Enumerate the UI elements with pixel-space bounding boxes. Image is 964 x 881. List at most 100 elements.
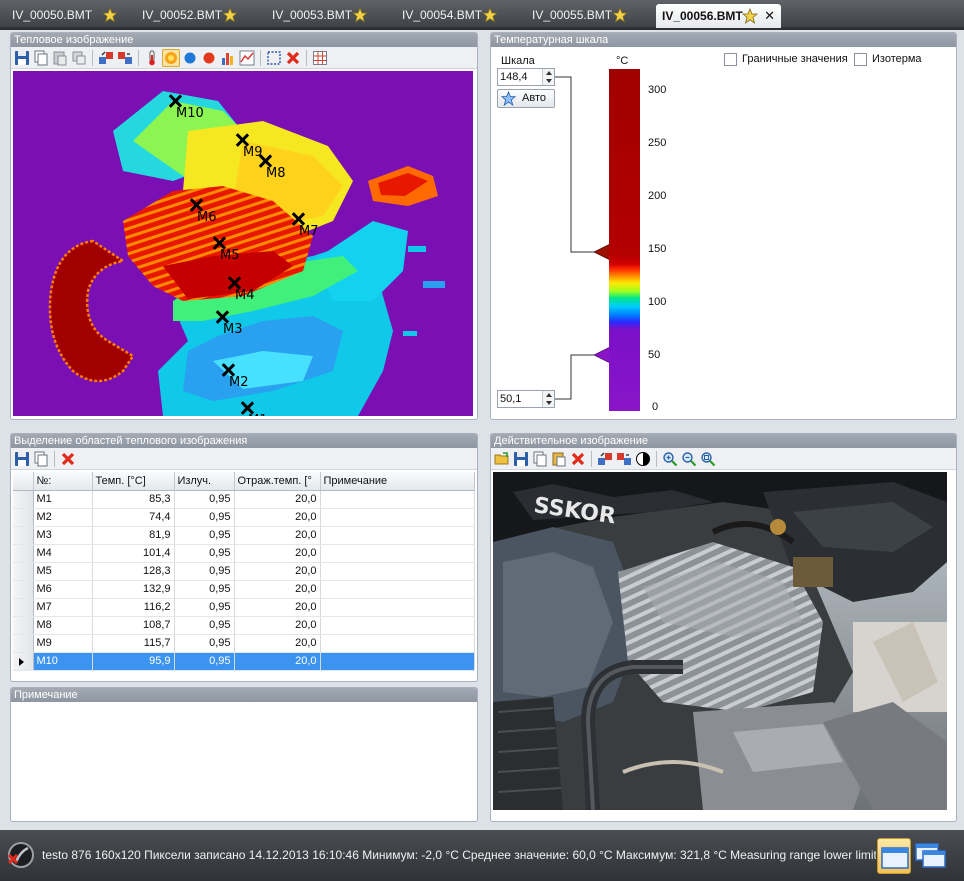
favorite-star-icon[interactable] (482, 7, 498, 23)
cell-note[interactable] (320, 508, 475, 527)
table-row-selected[interactable]: M10 95,9 0,95 20,0 (13, 652, 475, 671)
column-header-reflected-temp[interactable]: Отраж.темп. [° (234, 472, 321, 491)
cell-id[interactable]: M5 (33, 562, 93, 581)
cell-emissivity[interactable]: 0,95 (174, 616, 235, 635)
table-row[interactable]: M3 81,9 0,95 20,0 (13, 526, 475, 545)
rotate-image-icon[interactable] (97, 49, 115, 67)
thermal-image[interactable]: M10 M9 M8 M6 M7 M5 M4 M3 M2 (13, 71, 473, 416)
cell-emissivity[interactable]: 0,95 (174, 652, 235, 671)
cell-note[interactable] (320, 652, 475, 671)
cell-reflected-temp[interactable]: 20,0 (234, 580, 321, 599)
mirror-image-icon[interactable] (615, 450, 633, 468)
cell-emissivity[interactable]: 0,95 (174, 580, 235, 599)
tab-iv-00050[interactable]: IV_00050.BMT (2, 5, 130, 26)
select-area-icon[interactable] (265, 49, 283, 67)
cell-note[interactable] (320, 526, 475, 545)
zoom-out-icon[interactable] (680, 450, 698, 468)
save-icon[interactable] (13, 49, 31, 67)
hot-point-icon[interactable] (200, 49, 218, 67)
cell-note[interactable] (320, 562, 475, 581)
favorite-star-icon[interactable] (742, 8, 758, 24)
cell-temp[interactable]: 85,3 (92, 490, 175, 509)
cell-id[interactable]: M9 (33, 634, 93, 653)
cell-temp[interactable]: 81,9 (92, 526, 175, 545)
histogram-icon[interactable] (219, 49, 237, 67)
table-row[interactable]: M1 85,3 0,95 20,0 (13, 490, 475, 509)
row-header[interactable] (13, 508, 34, 527)
cell-reflected-temp[interactable]: 20,0 (234, 616, 321, 635)
cell-note[interactable] (320, 544, 475, 563)
upper-slider-arrow-icon[interactable] (594, 244, 610, 260)
favorite-star-icon[interactable] (222, 7, 238, 23)
rotate-image-icon[interactable] (596, 450, 614, 468)
cold-point-icon[interactable] (181, 49, 199, 67)
row-header[interactable] (13, 652, 34, 671)
cell-id[interactable]: M1 (33, 490, 93, 509)
cell-note[interactable] (320, 490, 475, 509)
window-layout-button-single[interactable] (877, 838, 911, 874)
row-header[interactable] (13, 562, 34, 581)
favorite-star-icon[interactable] (352, 7, 368, 23)
cell-temp[interactable]: 116,2 (92, 598, 175, 617)
table-row[interactable]: M9 115,7 0,95 20,0 (13, 634, 475, 653)
tab-iv-00056[interactable]: IV_00056.BMT ✕ (656, 4, 781, 28)
tab-iv-00053[interactable]: IV_00053.BMT (262, 5, 390, 26)
copy-icon[interactable] (531, 450, 549, 468)
column-header-temp[interactable]: Темп. [°C] (92, 472, 175, 491)
cell-emissivity[interactable]: 0,95 (174, 490, 235, 509)
cell-temp[interactable]: 74,4 (92, 508, 175, 527)
hotspot-icon[interactable] (162, 48, 180, 67)
cell-id[interactable]: M8 (33, 616, 93, 635)
paste-icon[interactable] (550, 450, 568, 468)
delete-icon[interactable] (284, 49, 302, 67)
paste-special-icon[interactable] (70, 49, 88, 67)
cell-note[interactable] (320, 616, 475, 635)
thermometer-icon[interactable] (143, 49, 161, 67)
tab-iv-00055[interactable]: IV_00055.BMT (522, 5, 650, 26)
tab-iv-00052[interactable]: IV_00052.BMT (132, 5, 260, 26)
cell-reflected-temp[interactable]: 20,0 (234, 526, 321, 545)
cell-temp[interactable]: 108,7 (92, 616, 175, 635)
cell-temp[interactable]: 128,3 (92, 562, 175, 581)
contrast-icon[interactable] (634, 450, 652, 468)
cell-id[interactable]: M7 (33, 598, 93, 617)
cell-id[interactable]: M4 (33, 544, 93, 563)
favorite-star-icon[interactable] (102, 7, 118, 23)
cell-id[interactable]: M2 (33, 508, 93, 527)
cell-temp[interactable]: 115,7 (92, 634, 175, 653)
cell-reflected-temp[interactable]: 20,0 (234, 652, 321, 671)
row-header[interactable] (13, 490, 34, 509)
favorite-star-icon[interactable] (612, 7, 628, 23)
cell-note[interactable] (320, 580, 475, 599)
cell-reflected-temp[interactable]: 20,0 (234, 508, 321, 527)
save-icon[interactable] (512, 450, 530, 468)
row-header[interactable] (13, 598, 34, 617)
cell-id[interactable]: M10 (33, 652, 93, 671)
cell-reflected-temp[interactable]: 20,0 (234, 544, 321, 563)
mirror-image-icon[interactable] (116, 49, 134, 67)
table-row[interactable]: M6 132,9 0,95 20,0 (13, 580, 475, 599)
cell-emissivity[interactable]: 0,95 (174, 544, 235, 563)
cell-temp[interactable]: 101,4 (92, 544, 175, 563)
cell-temp[interactable]: 132,9 (92, 580, 175, 599)
cell-reflected-temp[interactable]: 20,0 (234, 562, 321, 581)
column-header-emissivity[interactable]: Излуч. (174, 472, 235, 491)
cell-reflected-temp[interactable]: 20,0 (234, 598, 321, 617)
row-header[interactable] (13, 580, 34, 599)
column-header-note[interactable]: Примечание (320, 472, 475, 491)
cell-emissivity[interactable]: 0,95 (174, 634, 235, 653)
table-row[interactable]: M4 101,4 0,95 20,0 (13, 544, 475, 563)
cell-id[interactable]: M3 (33, 526, 93, 545)
table-row[interactable]: M5 128,3 0,95 20,0 (13, 562, 475, 581)
save-icon[interactable] (13, 450, 31, 468)
lower-slider-arrow-icon[interactable] (594, 347, 610, 363)
window-layout-button-cascade[interactable] (914, 838, 948, 874)
cell-note[interactable] (320, 598, 475, 617)
table-row[interactable]: M8 108,7 0,95 20,0 (13, 616, 475, 635)
row-header[interactable] (13, 634, 34, 653)
zoom-in-icon[interactable] (661, 450, 679, 468)
delete-icon[interactable] (59, 450, 77, 468)
tab-iv-00054[interactable]: IV_00054.BMT (392, 5, 520, 26)
copy-icon[interactable] (32, 450, 50, 468)
profile-chart-icon[interactable] (238, 49, 256, 67)
